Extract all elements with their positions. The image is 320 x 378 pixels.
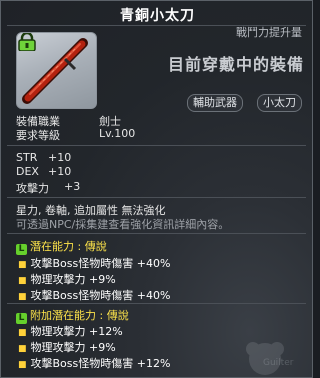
- bullet-icon: ■: [18, 276, 27, 286]
- bullet-icon: ■: [18, 344, 27, 354]
- potential-line: ■ 攻擊Boss怪物時傷害 +40%: [18, 287, 170, 303]
- item-name: 青銅小太刀: [120, 8, 195, 24]
- potential-line-value: +9%: [89, 273, 116, 286]
- bullet-icon: ■: [18, 328, 27, 338]
- bonus-potential-line: ■ 攻擊Boss怪物時傷害 +12%: [18, 355, 170, 371]
- bonus-potential-line-value: +9%: [89, 341, 116, 354]
- item-icon-frame: [16, 32, 97, 109]
- bonus-potential-line-text: 物理攻擊力: [30, 325, 86, 338]
- level-label: 要求等級: [16, 129, 60, 142]
- divider: [7, 303, 306, 304]
- potential-line-text: 攻擊Boss怪物時傷害: [30, 257, 134, 270]
- divider: [7, 197, 306, 198]
- watermark-text: Guilter: [263, 358, 294, 368]
- stat-value: +10: [48, 151, 72, 164]
- potential-line: ■ 物理攻擊力 +9%: [18, 271, 116, 287]
- bonus-potential-line-value: +12%: [89, 325, 123, 338]
- bonus-potential-line-text: 攻擊Boss怪物時傷害: [30, 357, 134, 370]
- currently-equipped-label: 目前穿戴中的裝備: [167, 55, 304, 74]
- potential-line-value: +40%: [136, 257, 171, 270]
- stat-value: +10: [48, 165, 72, 178]
- lock-icon: [18, 33, 36, 51]
- bullet-icon: ■: [18, 360, 27, 370]
- divider: [7, 145, 306, 146]
- level-value: Lv.100: [99, 127, 136, 140]
- bonus-potential-header: L 附加潛在能力 : 傳說: [16, 307, 129, 324]
- potential-header: L 潛在能力 : 傳說: [16, 238, 107, 255]
- combat-power-label: 戰鬥力提升量: [236, 26, 302, 39]
- bonus-potential-line-text: 物理攻擊力: [30, 341, 86, 354]
- npc-info-text: 可透過NPC/採集建查看強化資訊詳細內容。: [16, 218, 230, 231]
- divider: [7, 233, 306, 234]
- bullet-icon: ■: [18, 260, 27, 270]
- stat-name: DEX: [16, 165, 39, 178]
- tag-weapon-type: 小太刀: [257, 94, 302, 112]
- bullet-icon: ■: [18, 292, 27, 302]
- tag-secondary-weapon: 輔助武器: [187, 94, 243, 112]
- bonus-potential-title: 附加潛在能力 : 傳說: [30, 309, 129, 322]
- potential-line-value: +40%: [136, 289, 171, 302]
- item-tooltip: 青銅小太刀 戰鬥力提升量 目前穿戴中的裝備 輔助武器 小太刀 裝備職業 劍士 要…: [0, 0, 313, 378]
- bonus-potential-line-value: +12%: [136, 357, 171, 370]
- stat-name: STR: [16, 151, 38, 164]
- potential-line-text: 攻擊Boss怪物時傷害: [30, 289, 134, 302]
- potential-title: 潛在能力 : 傳說: [30, 240, 107, 253]
- potential-line-text: 物理攻擊力: [30, 273, 86, 286]
- stat-value: +3: [64, 180, 81, 193]
- bonus-potential-line: ■ 物理攻擊力 +12%: [18, 323, 123, 339]
- bonus-potential-line: ■ 物理攻擊力 +9%: [18, 339, 116, 355]
- potential-line: ■ 攻擊Boss怪物時傷害 +40%: [18, 255, 170, 271]
- legendary-badge: L: [16, 244, 27, 255]
- stat-name: 攻擊力: [16, 182, 49, 195]
